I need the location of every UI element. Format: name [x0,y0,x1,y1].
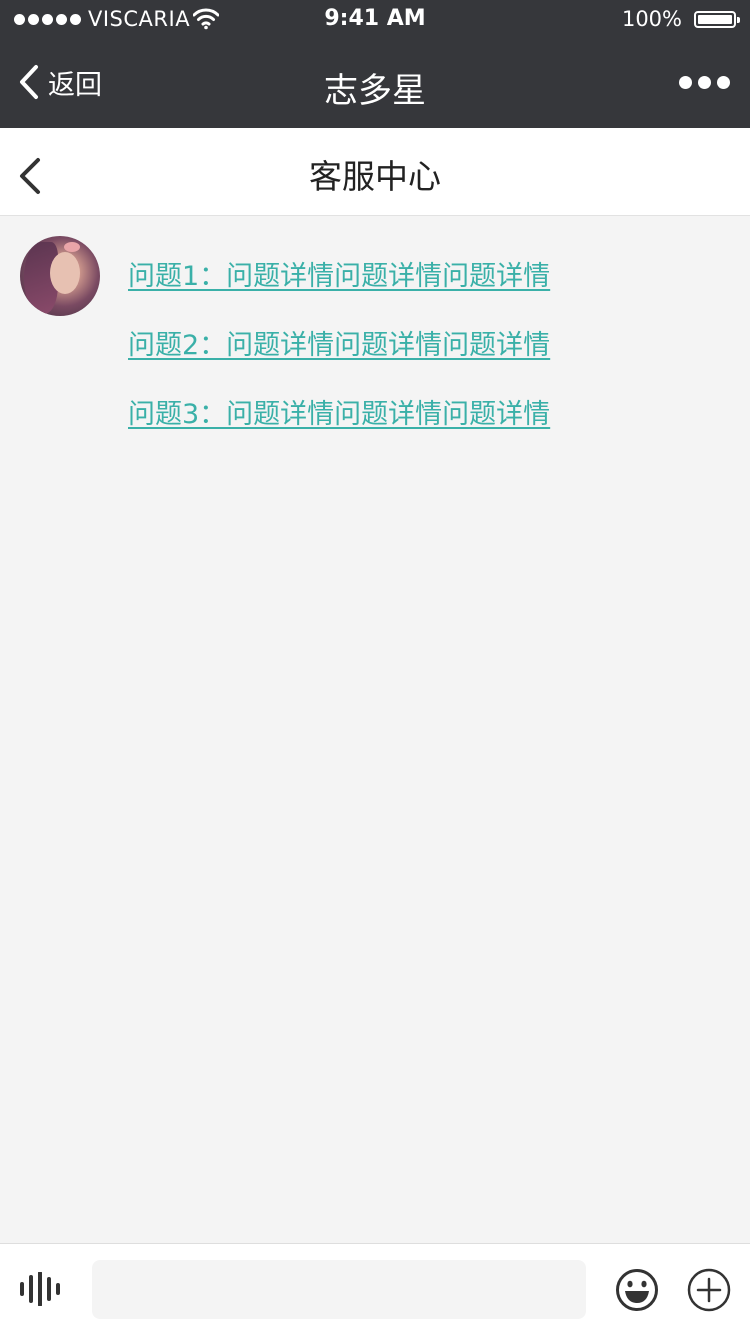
dot-icon [698,76,711,89]
page-header: 客服中心 [0,128,750,216]
message-input[interactable] [92,1260,586,1319]
battery-icon [694,11,740,28]
question-link-1[interactable]: 问题1：问题详情问题详情问题详情 [128,258,550,327]
agent-avatar [20,236,100,316]
question-list: 问题1：问题详情问题详情问题详情 问题2：问题详情问题详情问题详情 问题3：问题… [128,258,550,465]
question-link-3[interactable]: 问题3：问题详情问题详情问题详情 [128,396,550,465]
voice-icon[interactable] [19,1272,63,1306]
plus-icon[interactable] [687,1268,731,1312]
input-bar [0,1243,750,1335]
emoji-icon[interactable] [615,1268,659,1312]
status-bar: VISCARIA 9:41 AM 100% [0,0,750,40]
battery-percentage: 100% [621,7,682,31]
app-nav-bar: 返回 志多星 [0,40,750,128]
page-title: 客服中心 [309,157,441,196]
dot-icon [717,76,730,89]
more-options-button[interactable] [679,76,730,89]
dot-icon [679,76,692,89]
question-link-2[interactable]: 问题2：问题详情问题详情问题详情 [128,327,550,396]
app-title: 志多星 [324,71,426,111]
